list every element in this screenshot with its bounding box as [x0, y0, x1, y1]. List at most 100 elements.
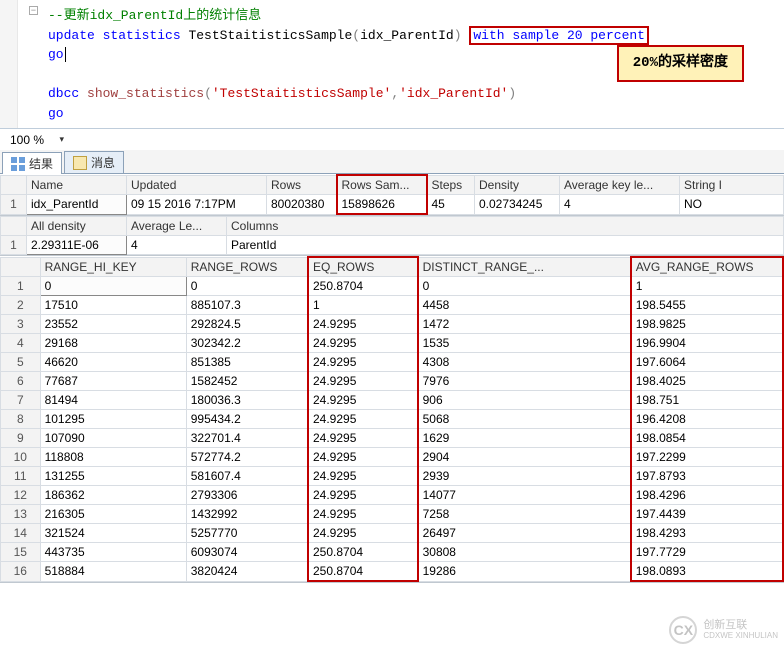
grid2[interactable]: All density Average Le... Columns 1 2.29…	[0, 216, 784, 256]
col-DistinctRange[interactable]: DISTINCT_RANGE_...	[418, 257, 631, 277]
tab-results[interactable]: 结果	[2, 152, 62, 174]
col-Columns[interactable]: Columns	[227, 217, 784, 236]
cell[interactable]: 995434.2	[186, 410, 308, 429]
cell[interactable]: 196.9904	[631, 334, 783, 353]
cell[interactable]: 24.9295	[308, 505, 418, 524]
cell[interactable]: 851385	[186, 353, 308, 372]
cell[interactable]: 322701.4	[186, 429, 308, 448]
cell[interactable]: 198.751	[631, 391, 783, 410]
cell[interactable]: 198.9825	[631, 315, 783, 334]
cell-StringIdx[interactable]: NO	[680, 195, 784, 215]
cell[interactable]: 107090	[40, 429, 186, 448]
cell[interactable]: 101295	[40, 410, 186, 429]
cell[interactable]: 198.4293	[631, 524, 783, 543]
cell-Updated[interactable]: 09 15 2016 7:17PM	[127, 195, 267, 215]
table-row[interactable]: 781494180036.324.9295906198.751	[1, 391, 784, 410]
cell[interactable]: 5068	[418, 410, 631, 429]
table-row[interactable]: 8101295995434.224.92955068196.4208	[1, 410, 784, 429]
cell[interactable]: 0	[418, 277, 631, 296]
cell[interactable]: 19286	[418, 562, 631, 582]
cell[interactable]: 131255	[40, 467, 186, 486]
cell[interactable]: 885107.3	[186, 296, 308, 315]
cell[interactable]: 198.4025	[631, 372, 783, 391]
cell-Name[interactable]: idx_ParentId	[27, 195, 127, 215]
table-row[interactable]: 217510885107.314458198.5455	[1, 296, 784, 315]
cell[interactable]: 197.6064	[631, 353, 783, 372]
cell[interactable]: 1	[308, 296, 418, 315]
zoom-dropdown[interactable]: 100 % ▾	[6, 131, 66, 149]
cell[interactable]: 118808	[40, 448, 186, 467]
cell[interactable]: 1535	[418, 334, 631, 353]
cell[interactable]: 1582452	[186, 372, 308, 391]
cell[interactable]: 6093074	[186, 543, 308, 562]
col-Name[interactable]: Name	[27, 175, 127, 195]
table-row[interactable]: 11131255581607.424.92952939197.8793	[1, 467, 784, 486]
table-row[interactable]: 10118808572774.224.92952904197.2299	[1, 448, 784, 467]
tab-messages[interactable]: 消息	[64, 151, 124, 173]
cell[interactable]: 24.9295	[308, 486, 418, 505]
fold-indicator-icon[interactable]: −	[29, 6, 38, 15]
cell[interactable]: 0	[40, 277, 186, 296]
table-row[interactable]: 1 2.29311E-06 4 ParentId	[1, 236, 784, 255]
cell[interactable]: 443735	[40, 543, 186, 562]
cell[interactable]: 23552	[40, 315, 186, 334]
cell[interactable]: 17510	[40, 296, 186, 315]
cell-RowsSampled[interactable]: 15898626	[337, 195, 427, 215]
col-AvgKeyLen[interactable]: Average key le...	[560, 175, 680, 195]
cell[interactable]: 24.9295	[308, 524, 418, 543]
cell[interactable]: 216305	[40, 505, 186, 524]
cell[interactable]: 198.0893	[631, 562, 783, 582]
col-Density[interactable]: Density	[475, 175, 560, 195]
cell[interactable]: 7976	[418, 372, 631, 391]
cell[interactable]: 197.4439	[631, 505, 783, 524]
cell[interactable]: 197.7729	[631, 543, 783, 562]
table-row[interactable]: 1 idx_ParentId 09 15 2016 7:17PM 8002038…	[1, 195, 784, 215]
table-row[interactable]: 677687158245224.92957976198.4025	[1, 372, 784, 391]
col-AvgRangeRows[interactable]: AVG_RANGE_ROWS	[631, 257, 783, 277]
cell[interactable]: 180036.3	[186, 391, 308, 410]
cell[interactable]: 29168	[40, 334, 186, 353]
cell[interactable]: 198.0854	[631, 429, 783, 448]
cell[interactable]: 24.9295	[308, 315, 418, 334]
table-row[interactable]: 429168302342.224.92951535196.9904	[1, 334, 784, 353]
cell-AvgKeyLen[interactable]: 4	[560, 195, 680, 215]
cell[interactable]: 250.8704	[308, 543, 418, 562]
col-Steps[interactable]: Steps	[427, 175, 475, 195]
cell[interactable]: 1472	[418, 315, 631, 334]
table-row[interactable]: 12186362279330624.929514077198.4296	[1, 486, 784, 505]
col-RangeRows[interactable]: RANGE_ROWS	[186, 257, 308, 277]
col-RowsSampled[interactable]: Rows Sam...	[337, 175, 427, 195]
cell[interactable]: 250.8704	[308, 562, 418, 582]
cell[interactable]: 292824.5	[186, 315, 308, 334]
cell[interactable]: 30808	[418, 543, 631, 562]
cell[interactable]: 198.4296	[631, 486, 783, 505]
cell[interactable]: 197.2299	[631, 448, 783, 467]
col-RangeHiKey[interactable]: RANGE_HI_KEY	[40, 257, 186, 277]
cell[interactable]: 5257770	[186, 524, 308, 543]
cell[interactable]: 26497	[418, 524, 631, 543]
cell[interactable]: 24.9295	[308, 429, 418, 448]
cell[interactable]: 24.9295	[308, 353, 418, 372]
cell[interactable]: 186362	[40, 486, 186, 505]
cell[interactable]: 24.9295	[308, 448, 418, 467]
cell-Steps[interactable]: 45	[427, 195, 475, 215]
cell[interactable]: 4308	[418, 353, 631, 372]
table-row[interactable]: 323552292824.524.92951472198.9825	[1, 315, 784, 334]
table-row[interactable]: 100250.870401	[1, 277, 784, 296]
cell[interactable]: 518884	[40, 562, 186, 582]
sql-editor[interactable]: − --更新idx_ParentId上的统计信息 update statisti…	[0, 0, 784, 128]
col-EqRows[interactable]: EQ_ROWS	[308, 257, 418, 277]
cell[interactable]: 250.8704	[308, 277, 418, 296]
cell[interactable]: 1	[631, 277, 783, 296]
cell-AvgLen[interactable]: 4	[127, 236, 227, 255]
cell[interactable]: 24.9295	[308, 334, 418, 353]
cell[interactable]: 46620	[40, 353, 186, 372]
cell[interactable]: 4458	[418, 296, 631, 315]
cell[interactable]: 24.9295	[308, 372, 418, 391]
cell[interactable]: 198.5455	[631, 296, 783, 315]
cell[interactable]: 572774.2	[186, 448, 308, 467]
cell[interactable]: 24.9295	[308, 410, 418, 429]
col-AllDensity[interactable]: All density	[27, 217, 127, 236]
grid1[interactable]: Name Updated Rows Rows Sam... Steps Dens…	[0, 174, 784, 216]
cell[interactable]: 197.8793	[631, 467, 783, 486]
